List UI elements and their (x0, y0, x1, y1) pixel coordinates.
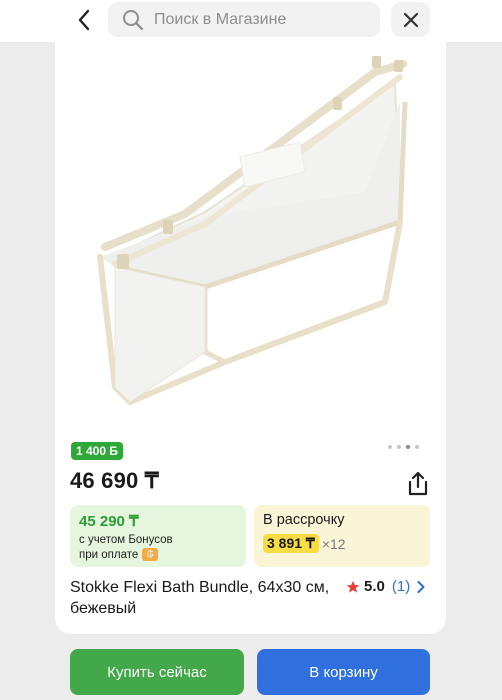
bonus-note-line1: с учетом Бонусов (79, 534, 173, 546)
product-title: Stokke Flexi Bath Bundle, 64x30 см, беже… (70, 579, 330, 617)
bonus-note-line2: при оплате ₲ (79, 548, 237, 563)
search-icon (123, 9, 144, 30)
bonus-points-badge: 1 400 Б (71, 442, 123, 460)
add-to-cart-button[interactable]: В корзину (257, 649, 430, 695)
product-image[interactable] (55, 42, 446, 437)
gallery-dot-active[interactable] (406, 445, 410, 449)
installment-box[interactable]: В рассрочку 3 891 ₸ ×12 (254, 505, 430, 567)
gallery-pagination[interactable] (388, 445, 419, 449)
review-count: (1) (391, 578, 411, 595)
bonus-price: 45 290 ₸ (79, 513, 139, 530)
installment-months: ×12 (321, 535, 346, 552)
chevron-left-icon (78, 9, 90, 31)
bonus-card-icon: ₲ (142, 548, 159, 562)
bonus-note-line2-text: при оплате (79, 549, 139, 561)
chevron-right-icon (417, 580, 425, 593)
star-icon (346, 580, 360, 593)
search-input[interactable] (154, 10, 364, 29)
price-options: 45 290 ₸ с учетом Бонусов при оплате ₲ В … (70, 505, 431, 569)
installment-row: 3 891 ₸ ×12 (263, 534, 421, 553)
product-card: 1 400 Б 46 690 ₸ 45 290 ₸ с учетом Бонус… (55, 42, 446, 634)
bonus-price-box[interactable]: 45 290 ₸ с учетом Бонусов при оплате ₲ (70, 505, 246, 567)
back-button[interactable] (64, 4, 104, 36)
buy-now-button[interactable]: Купить сейчас (70, 649, 244, 695)
rating-link[interactable]: 5.0 (1) (346, 578, 426, 595)
gallery-dot[interactable] (397, 445, 401, 449)
gallery-dot[interactable] (388, 445, 392, 449)
installment-title: В рассрочку (263, 512, 345, 528)
search-bar[interactable] (108, 2, 380, 37)
gallery-dot[interactable] (415, 445, 419, 449)
share-icon[interactable] (404, 470, 432, 498)
top-bar (0, 0, 502, 42)
bonus-note: с учетом Бонусов при оплате ₲ (79, 533, 237, 563)
rating-score: 5.0 (364, 578, 385, 595)
installment-monthly: 3 891 ₸ (263, 534, 319, 553)
close-icon (403, 12, 418, 27)
close-button[interactable] (391, 2, 430, 37)
product-price: 46 690 ₸ (70, 468, 159, 493)
